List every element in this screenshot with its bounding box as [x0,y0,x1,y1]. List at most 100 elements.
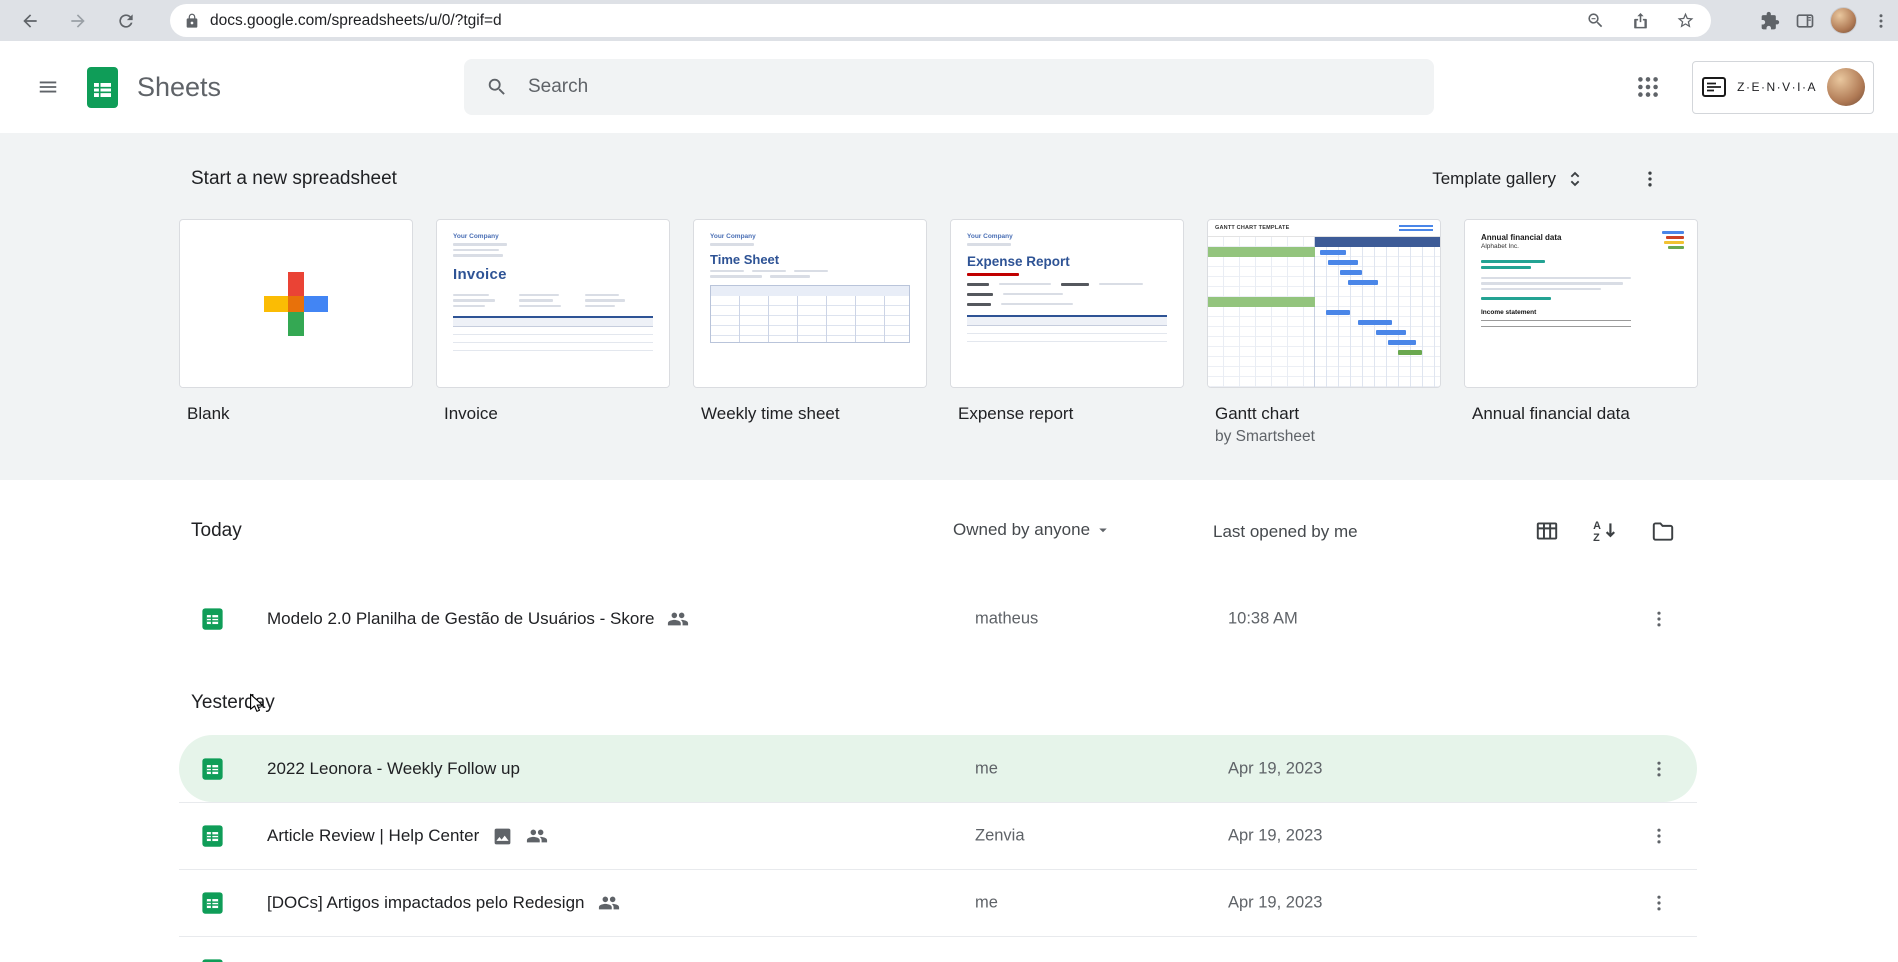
template-card-expense-report[interactable]: Your Company Expense Report Expense repo… [950,219,1184,446]
file-menu-button[interactable] [1641,952,1677,962]
file-title: 2022 Leonora - Weekly Follow up [267,758,520,778]
template-thumb-timesheet: Your Company Time Sheet [694,220,926,387]
sort-az-icon: A Z [1593,520,1615,544]
app-title: Sheets [137,71,222,102]
search-input[interactable] [528,76,1412,98]
google-apps-button[interactable] [1626,65,1670,109]
back-icon [23,13,37,28]
browser-toolbar: docs.google.com/spreadsheets/u/0/?tgif=d [0,0,1898,41]
zenvia-logo-icon [1701,76,1727,98]
file-owner: me [975,759,998,777]
file-last-opened: Apr 19, 2023 [1228,893,1323,912]
more-vertical-icon [1657,828,1661,844]
template-byline: by Smartsheet [1215,428,1315,445]
template-cards: Blank Your Company Invoice Invoice Your … [179,219,1698,446]
colored-plus-icon [264,272,328,336]
list-view-controls: A Z [1528,512,1682,550]
template-card-annual-financial-data[interactable]: Annual financial data Alphabet Inc. Inco… [1464,219,1698,446]
template-card-invoice[interactable]: Your Company Invoice Invoice [436,219,670,446]
file-title: Modelo 2.0 Planilha de Gestão de Usuário… [267,608,655,628]
template-thumb-expense: Your Company Expense Report [951,220,1183,387]
file-menu-button[interactable] [1641,818,1677,854]
template-label: Annual financial data [1472,404,1630,423]
template-label: Weekly time sheet [701,404,840,423]
extensions-puzzle-icon[interactable] [1760,11,1780,31]
file-last-opened: 10:38 AM [1228,609,1298,627]
forward-button[interactable] [60,3,96,39]
search-bar[interactable] [464,59,1434,115]
main-menu-button[interactable] [26,65,70,109]
address-bar-actions [1586,11,1697,30]
grid-view-icon [1536,522,1558,540]
share-icon[interactable] [1631,11,1650,30]
shared-people-icon [527,829,548,843]
grid-view-button[interactable] [1528,512,1566,550]
expand-collapse-icon [1564,168,1586,190]
image-icon [494,828,511,844]
open-file-picker-button[interactable] [1644,512,1682,550]
shared-people-icon [668,612,689,625]
template-thumb-blank [180,272,412,387]
template-options-button[interactable] [1628,157,1672,201]
folder-icon [1652,522,1674,541]
file-menu-button[interactable] [1641,601,1677,637]
chevron-down-icon [1099,528,1107,533]
file-title: Article Review | Help Center [267,826,480,845]
template-card-blank[interactable]: Blank [179,219,413,446]
browser-profile-avatar[interactable] [1830,7,1857,34]
browser-toolbar-right [1760,0,1890,41]
sheets-file-icon [199,890,226,917]
template-label: Invoice [444,404,498,423]
file-row-selected[interactable]: 2022 Leonora - Weekly Follow up me Apr 1… [179,735,1697,802]
back-button[interactable] [12,3,48,39]
account-chip[interactable]: Z·E·N·V·I·A [1692,60,1874,114]
sheets-file-icon [199,605,226,632]
sheets-file-icon [199,755,226,782]
owner-filter-dropdown[interactable]: Owned by anyone [953,520,1112,540]
file-row[interactable]: Modelo 2.0 Planilha de Gestão de Usuário… [179,585,1697,652]
side-panel-icon[interactable] [1795,11,1815,31]
sort-az-button[interactable]: A Z [1586,512,1624,550]
apps-grid-icon [1638,77,1659,97]
file-owner: Zenvia [975,826,1025,845]
template-gallery-label: Template gallery [1432,169,1556,188]
template-thumb-invoice: Your Company Invoice [437,220,669,387]
mini-legend-bars [1662,231,1684,249]
browser-menu-icon[interactable] [1872,12,1890,30]
file-owner: matheus [975,609,1039,627]
file-owner: me [975,893,998,912]
account-avatar[interactable] [1827,68,1865,106]
file-row[interactable]: Article Review | Help Center Zenvia Apr … [179,802,1697,869]
file-row[interactable]: [DOCs] Artigos impactados pelo Redesign … [179,869,1697,936]
template-section: Start a new spreadsheet Template gallery [0,133,1898,480]
template-label: Blank [187,404,230,423]
address-bar[interactable]: docs.google.com/spreadsheets/u/0/?tgif=d [170,4,1711,37]
reload-button[interactable] [108,3,144,39]
template-card-gantt-chart[interactable]: GANTT CHART TEMPLATE Gantt chart by Smar… [1207,219,1441,446]
template-label: Expense report [958,404,1074,423]
url-text[interactable]: docs.google.com/spreadsheets/u/0/?tgif=d [210,12,502,30]
zoom-icon[interactable] [1586,11,1605,30]
template-card-weekly-time-sheet[interactable]: Your Company Time Sheet Weekly time shee… [693,219,927,446]
app-header-left: Sheets [26,41,221,133]
template-section-header: Start a new spreadsheet Template gallery [191,165,1672,193]
template-label: Gantt chart [1215,404,1300,423]
sheets-logo-icon[interactable] [86,66,119,109]
more-vertical-icon [1657,611,1661,626]
file-menu-button[interactable] [1641,885,1677,921]
bookmark-star-icon[interactable] [1676,11,1695,30]
file-last-opened: Apr 19, 2023 [1228,826,1323,845]
template-gallery-button[interactable]: Template gallery [1424,162,1594,196]
shared-people-icon [598,896,619,910]
more-vertical-icon [1648,171,1652,187]
file-last-opened: Apr 19, 2023 [1228,759,1323,777]
lock-icon [184,13,200,29]
sheets-file-icon [199,823,226,850]
search-icon[interactable] [486,76,508,98]
file-title: [DOCs] Artigos impactados pelo Redesign [267,893,585,912]
file-row[interactable]: [Atenção] Artigos impactados pelo redesi… [179,936,1697,962]
sheets-home-screen: { "browser": { "url": "docs.google.com/s… [0,0,1898,962]
app-header: Sheets Z·E·N·V·I·A [0,41,1898,133]
reload-icon [119,13,133,28]
file-menu-button[interactable] [1641,751,1677,787]
